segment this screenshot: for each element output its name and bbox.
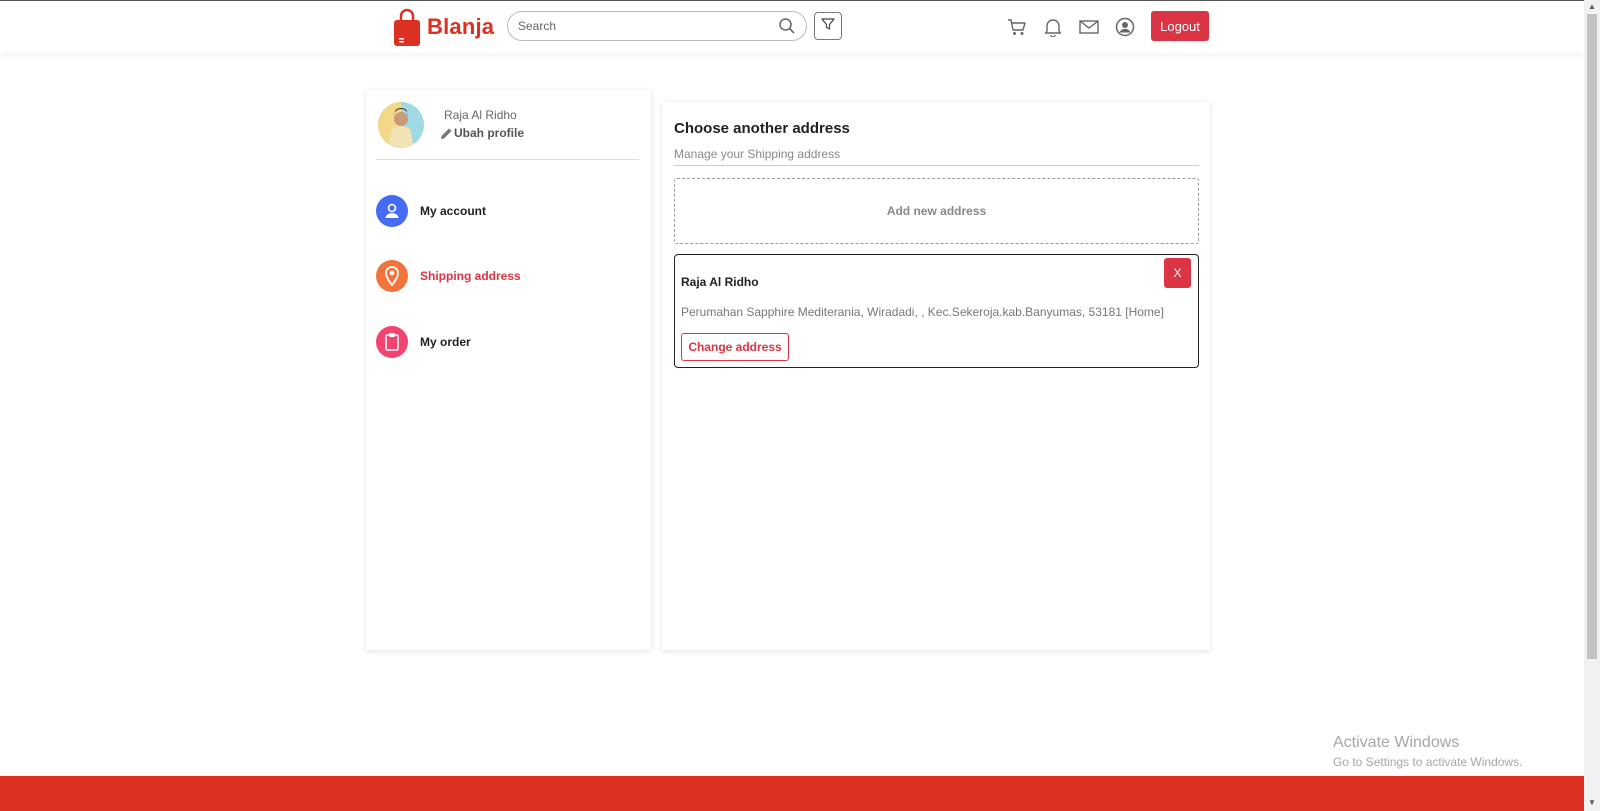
- search-input[interactable]: Search: [507, 11, 807, 41]
- search-icon[interactable]: [778, 17, 796, 35]
- user-icon[interactable]: [1114, 16, 1136, 38]
- panel-divider: [674, 165, 1199, 166]
- change-address-button[interactable]: Change address: [681, 333, 789, 361]
- brand-name: Blanja: [427, 14, 495, 39]
- top-navbar: Blanja Search Logout: [0, 0, 1584, 53]
- clipboard-icon: [376, 326, 408, 358]
- add-address-button[interactable]: Add new address: [674, 178, 1199, 244]
- edit-profile-label: Ubah profile: [454, 126, 525, 140]
- sidebar-item-label: My order: [420, 335, 471, 349]
- sidebar-item-shipping-address[interactable]: Shipping address: [376, 260, 521, 292]
- address-card: Raja Al Ridho Perumahan Sapphire Mediter…: [674, 254, 1199, 368]
- watermark-title: Activate Windows: [1333, 734, 1460, 751]
- activate-windows-watermark: Activate Windows Go to Settings to activ…: [1333, 734, 1522, 769]
- logout-button[interactable]: Logout: [1151, 11, 1209, 41]
- address-recipient-name: Raja Al Ridho: [681, 275, 759, 289]
- scrollbar-thumb[interactable]: [1587, 14, 1597, 659]
- page-subtitle: Manage your Shipping address: [674, 147, 841, 161]
- search-placeholder: Search: [518, 19, 557, 33]
- profile-name: Raja Al Ridho: [444, 108, 517, 122]
- sidebar-divider: [376, 159, 639, 160]
- brand-logo[interactable]: Blanja: [393, 7, 494, 47]
- cart-icon[interactable]: [1006, 16, 1028, 38]
- address-text: Perumahan Sapphire Mediterania, Wiradadi…: [681, 305, 1164, 319]
- delete-address-button[interactable]: X: [1164, 258, 1191, 288]
- mail-icon[interactable]: [1078, 16, 1100, 38]
- pencil-icon: [440, 127, 453, 140]
- page-title: Choose another address: [674, 120, 850, 137]
- bag-logo-icon: [393, 8, 421, 46]
- filter-icon: [821, 17, 835, 36]
- sidebar-item-label: Shipping address: [420, 269, 521, 283]
- map-pin-icon: [376, 260, 408, 292]
- watermark-subtitle: Go to Settings to activate Windows.: [1333, 755, 1523, 769]
- scroll-up-arrow-icon[interactable]: ▲: [1587, 2, 1597, 12]
- person-icon: [376, 195, 408, 227]
- edit-profile-link[interactable]: Ubah profile: [440, 126, 524, 140]
- bell-icon[interactable]: [1042, 16, 1064, 38]
- scroll-down-arrow-icon[interactable]: ▼: [1587, 798, 1597, 808]
- page-scrollbar[interactable]: ▲ ▼: [1584, 0, 1600, 811]
- sidebar-item-label: My account: [420, 204, 487, 218]
- address-panel: Choose another address Manage your Shipp…: [662, 102, 1210, 650]
- footer-bar: [0, 776, 1584, 811]
- sidebar-item-my-account[interactable]: My account: [376, 195, 486, 227]
- filter-button[interactable]: [814, 12, 842, 40]
- profile-sidebar: Raja Al Ridho Ubah profile My account Sh…: [366, 90, 651, 650]
- avatar[interactable]: [378, 102, 424, 148]
- sidebar-item-my-order[interactable]: My order: [376, 326, 471, 358]
